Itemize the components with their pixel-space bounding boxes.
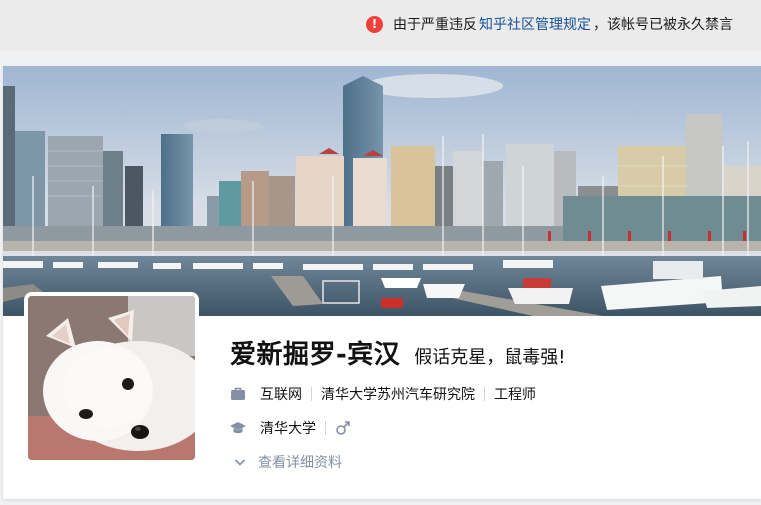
- user-headline: 假话克星，鼠毒强!: [414, 347, 566, 368]
- user-name: 爱新掘罗-宾汉: [230, 340, 401, 370]
- divider: [325, 421, 326, 435]
- job-text: 工程师: [494, 387, 536, 403]
- notice-text-before: 由于严重违反: [393, 17, 477, 33]
- show-details-button[interactable]: 查看详细资料: [230, 452, 342, 472]
- profile-card: 爱新掘罗-宾汉 假话克星，鼠毒强! 互联网 清华大学苏州汽车研究院 工程师 清华…: [3, 66, 761, 499]
- male-icon: [336, 421, 350, 435]
- industry-text: 互联网: [260, 387, 302, 403]
- ban-notice: ! 由于严重违反 知乎社区管理规定 ，该帐号已被永久禁言: [366, 13, 733, 35]
- community-rules-link[interactable]: 知乎社区管理规定: [479, 14, 591, 34]
- exclamation-circle-icon: !: [366, 15, 383, 33]
- profile-header: 爱新掘罗-宾汉 假话克星，鼠毒强!: [230, 334, 566, 371]
- divider: [311, 387, 312, 401]
- show-details-label: 查看详细资料: [258, 455, 342, 471]
- ban-notice-bar: ! 由于严重违反 知乎社区管理规定 ，该帐号已被永久禁言: [0, 0, 761, 50]
- notice-text-after: ，该帐号已被永久禁言: [593, 17, 733, 33]
- school-text: 清华大学: [260, 421, 316, 437]
- graduation-cap-icon: [230, 422, 246, 434]
- education-info: 清华大学: [230, 418, 351, 438]
- cover-image: [3, 66, 761, 316]
- company-text: 清华大学苏州汽车研究院: [321, 387, 475, 403]
- chevron-down-icon: [234, 459, 246, 466]
- briefcase-icon: [231, 387, 245, 400]
- divider: [484, 387, 485, 401]
- employment-info: 互联网 清华大学苏州汽车研究院 工程师: [230, 384, 536, 404]
- avatar[interactable]: [24, 292, 199, 464]
